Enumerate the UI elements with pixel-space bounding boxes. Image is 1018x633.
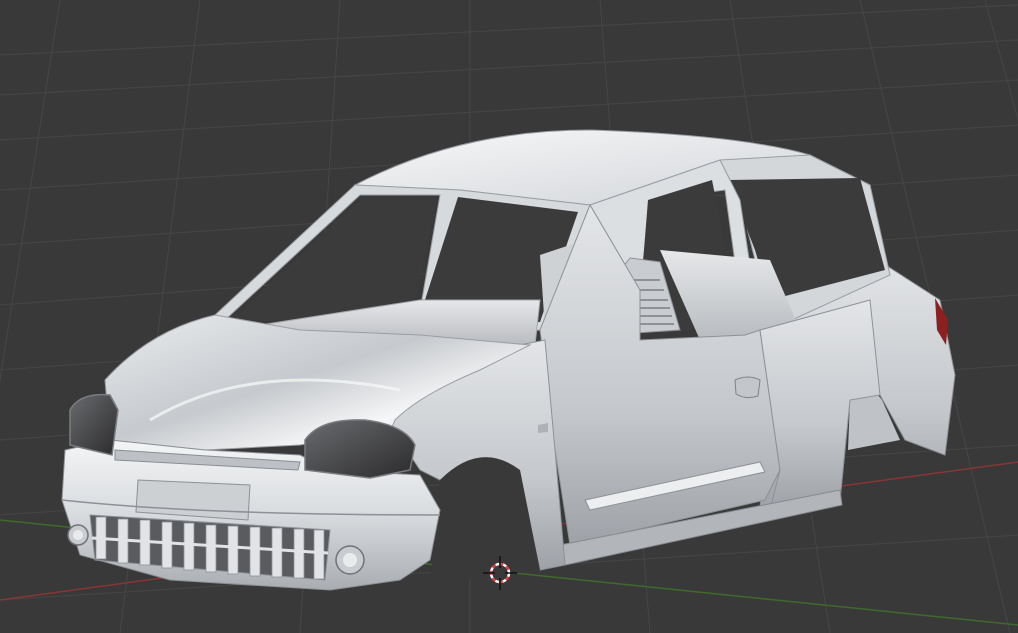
3d-viewport[interactable] <box>0 0 1018 633</box>
car-body-shell[interactable] <box>61 129 956 591</box>
headlight-right <box>304 419 416 479</box>
door-handle[interactable] <box>734 376 761 399</box>
headlight-left <box>69 393 119 456</box>
